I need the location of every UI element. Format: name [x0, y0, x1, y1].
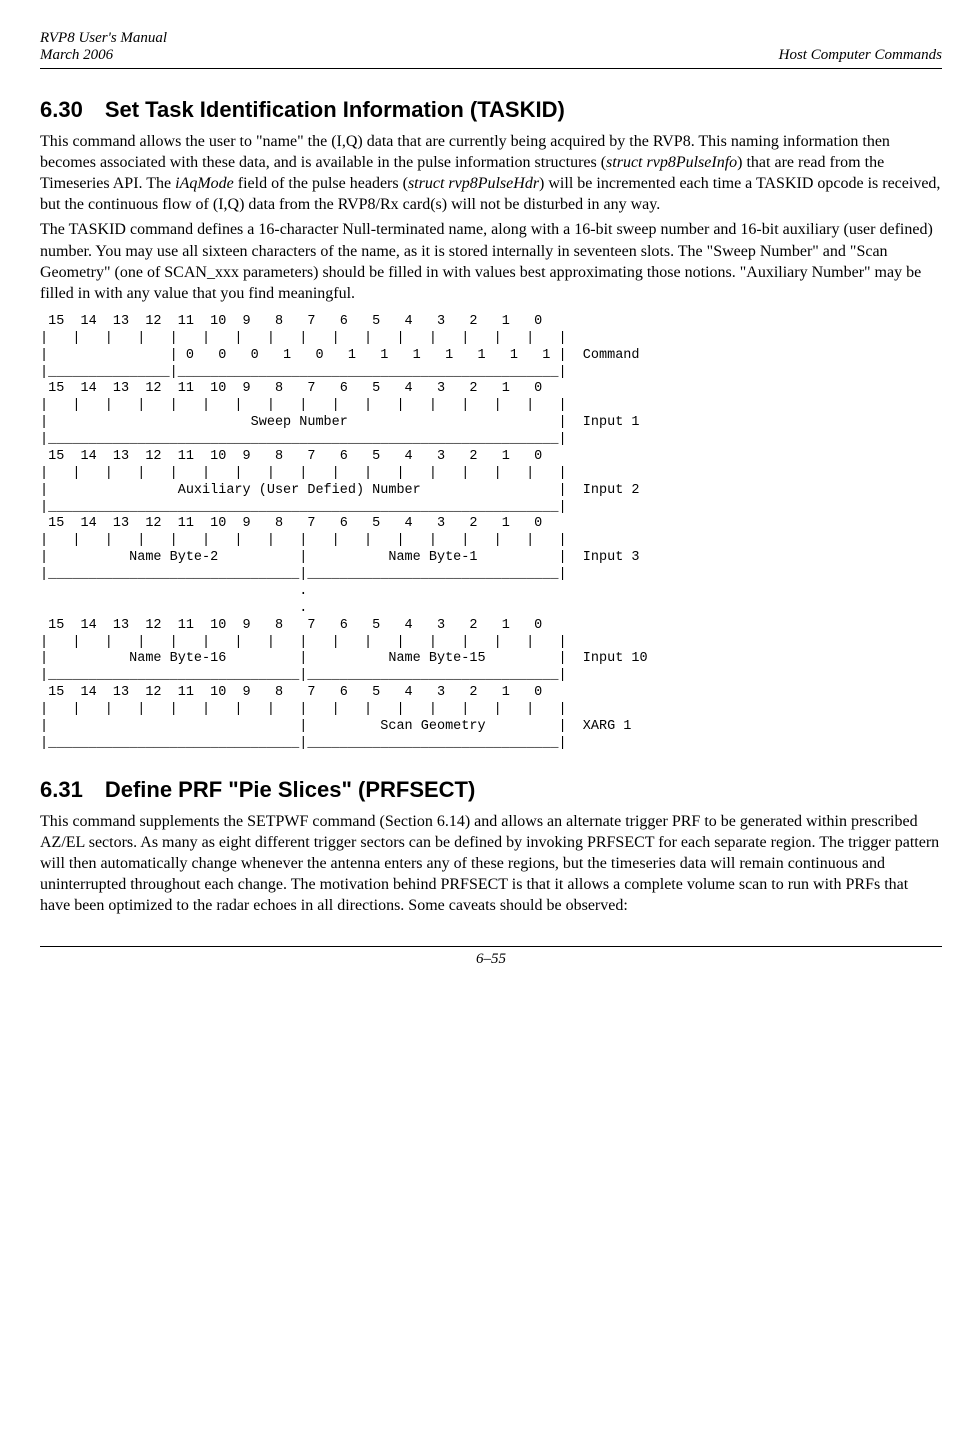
manual-date: March 2006: [40, 47, 113, 63]
heading-630: 6.30 Set Task Identification Information …: [40, 97, 942, 123]
title-631: Define PRF "Pie Slices" (PRFSECT): [105, 777, 476, 802]
title-630: Set Task Identification Information (TAS…: [105, 97, 565, 122]
page-header: RVP8 User's Manual March 2006 Host Compu…: [40, 30, 942, 69]
para-631-1: This command supplements the SETPWF comm…: [40, 811, 942, 917]
secnum-631: 6.31: [40, 777, 83, 802]
para-630-1: This command allows the user to "name" t…: [40, 131, 942, 215]
para-630-2: The TASKID command defines a 16-characte…: [40, 219, 942, 303]
page-number: 6–55: [476, 951, 506, 967]
struct-pulsehdr: struct rvp8PulseHdr: [408, 175, 539, 192]
struct-pulseinfo: struct rvp8PulseInfo: [606, 154, 737, 171]
header-right: Host Computer Commands: [779, 30, 942, 64]
header-left: RVP8 User's Manual March 2006: [40, 30, 167, 64]
heading-631: 6.31 Define PRF "Pie Slices" (PRFSECT): [40, 777, 942, 803]
bit-diagram: 15 14 13 12 11 10 9 8 7 6 5 4 3 2 1 0 | …: [40, 314, 942, 753]
page-footer: 6–55: [40, 946, 942, 968]
manual-title: RVP8 User's Manual: [40, 30, 167, 46]
section-label: Host Computer Commands: [779, 47, 942, 63]
field-iaqmode: iAqMode: [175, 175, 234, 192]
secnum-630: 6.30: [40, 97, 83, 122]
